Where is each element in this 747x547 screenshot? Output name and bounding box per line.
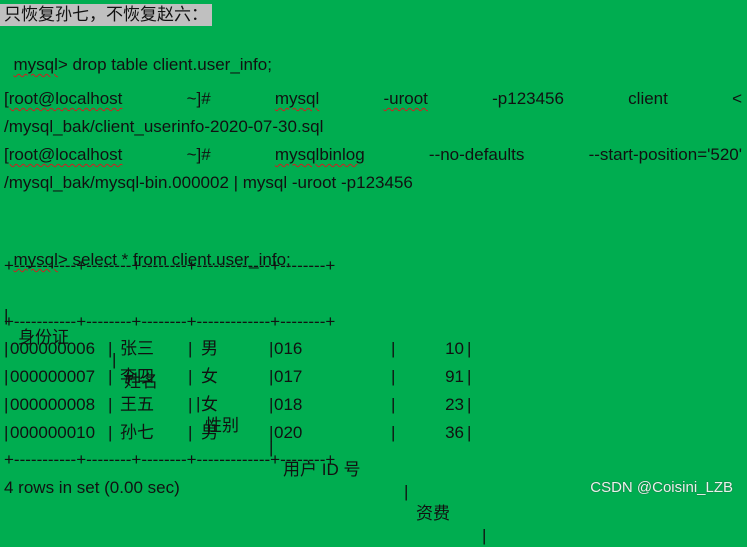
col-sep: | — [391, 395, 396, 414]
restore-binlog-command: [root@localhost ~]# mysqlbinlog --no-def… — [4, 144, 742, 166]
col-sep: | — [467, 367, 472, 386]
drop-command: mysql> drop table client.user_info; — [4, 32, 271, 74]
cmd-part: -uroot — [383, 89, 428, 108]
cell-gender: 男 — [201, 339, 218, 358]
cell-user-id: 017 — [274, 367, 303, 386]
col-sep: | — [188, 395, 193, 414]
restore-full-command: [root@localhost ~]# mysql -uroot -p12345… — [4, 88, 742, 110]
col-sep: | — [4, 395, 9, 414]
cmd-part: [root@localhost — [4, 145, 123, 164]
col-sep: | — [108, 395, 113, 414]
cmd-part: < — [732, 89, 742, 108]
cell-id-card: 000000006 — [10, 339, 96, 358]
result-summary: 4 rows in set (0.00 sec) — [4, 478, 180, 497]
col-sep: | — [391, 423, 396, 442]
cmd-part: [root@localhost — [4, 89, 123, 108]
col-sep: | — [269, 395, 274, 414]
drop-statement: > drop table client.user_info; — [57, 55, 272, 74]
cell-id-card: 000000008 — [10, 395, 96, 414]
cmd-part: ~]# — [186, 89, 211, 108]
col-sep: | — [467, 423, 472, 442]
col-sep: | — [108, 423, 113, 442]
col-sep: | — [269, 339, 274, 358]
col-sep: | — [391, 339, 396, 358]
cell-gender: 女 — [201, 395, 218, 414]
table-row: | 000000008 | 王五 | 女 | 018 | 23 | — [4, 394, 744, 416]
cell-fee: 91 — [445, 367, 464, 386]
col-sep: | — [467, 339, 472, 358]
cell-id-card: 000000010 — [10, 423, 96, 442]
header-fee: 资费 — [416, 504, 450, 523]
cell-id-card: 000000007 — [10, 367, 96, 386]
cell-fee: 10 — [445, 339, 464, 358]
cell-name: 王五 — [120, 395, 154, 414]
col-sep: | — [391, 367, 396, 386]
table-border-top: +-----------+--------+--------+---------… — [4, 256, 336, 275]
col-sep: | — [482, 526, 487, 545]
cell-fee: 23 — [445, 395, 464, 414]
cell-gender: 女 — [201, 367, 218, 386]
cmd-part: client — [628, 89, 668, 108]
restore-binlog-continuation: /mysql_bak/mysql-bin.000002 | mysql -uro… — [4, 173, 413, 192]
col-sep: | — [4, 339, 9, 358]
cmd-part: -p123456 — [492, 89, 564, 108]
table-row: | 000000006 | 张三 | 男 | 016 | 10 | — [4, 338, 744, 360]
table-row: | 000000010 | 孙七 | 男 | 020 | 36 | — [4, 422, 744, 444]
mysql-prompt: mysql — [13, 55, 58, 74]
table-border-bottom: +-----------+--------+--------+---------… — [4, 450, 336, 469]
col-sep: | — [188, 423, 193, 442]
col-sep: | — [108, 367, 113, 386]
cell-user-id: 020 — [274, 423, 303, 442]
cmd-part: ~]# — [186, 145, 211, 164]
col-sep: | — [404, 482, 409, 501]
table-row: | 000000007 | 李四 | 女 | 017 | 91 | — [4, 366, 744, 388]
col-sep: | — [4, 423, 9, 442]
col-sep: | — [4, 367, 9, 386]
col-sep: | — [467, 395, 472, 414]
col-sep: | — [188, 367, 193, 386]
cell-name: 李四 — [120, 367, 154, 386]
cmd-part: --start-position='520' — [588, 145, 742, 164]
section-heading: 只恢复孙七，不恢复赵六： — [0, 4, 212, 26]
cell-fee: 36 — [445, 423, 464, 442]
col-sep: | — [188, 339, 193, 358]
cmd-part: --no-defaults — [428, 145, 525, 164]
select-command: mysql> select * from client.user_info; — [4, 227, 290, 269]
col-sep: | — [108, 339, 113, 358]
cell-name: 张三 — [120, 339, 154, 358]
cell-name: 孙七 — [120, 423, 154, 442]
table-border-mid: +-----------+--------+--------+---------… — [4, 312, 336, 331]
table-header-row: | 身份证 | 姓名 | 性别 | 用户 ID 号 | 资费 | — [4, 283, 744, 545]
cmd-part: mysqlbinlog — [274, 145, 365, 164]
col-sep: | — [269, 423, 274, 442]
cell-user-id: 018 — [274, 395, 303, 414]
restore-full-continuation: /mysql_bak/client_userinfo-2020-07-30.sq… — [4, 117, 324, 136]
cell-user-id: 016 — [274, 339, 303, 358]
watermark: CSDN @Coisini_LZB — [590, 479, 733, 496]
cmd-part: mysql — [274, 89, 320, 108]
cell-gender: 男 — [201, 423, 218, 442]
col-sep: | — [269, 367, 274, 386]
